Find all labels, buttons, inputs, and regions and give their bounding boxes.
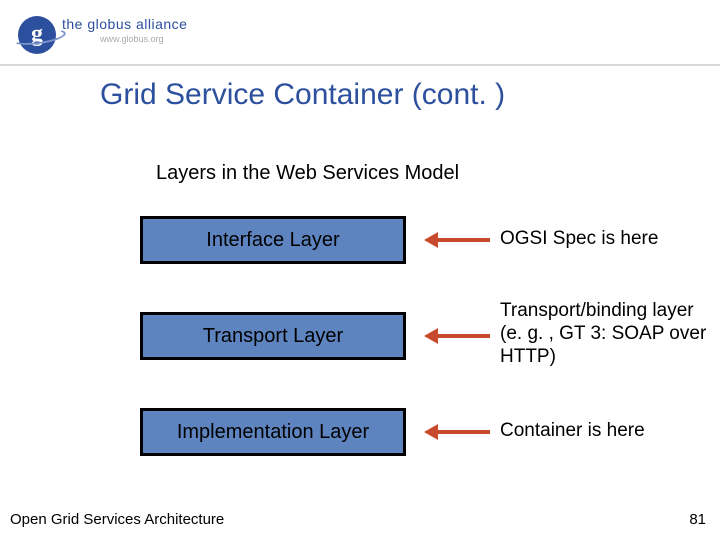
arrow-icon — [436, 430, 490, 434]
logo-brand-text: the globus alliance — [62, 16, 187, 32]
layer-label: Implementation Layer — [177, 421, 369, 444]
footer-text: Open Grid Services Architecture — [10, 511, 224, 528]
layer-label: Transport Layer — [203, 325, 343, 348]
logo-url-text: www.globus.org — [100, 34, 164, 44]
layer-box-implementation: Implementation Layer — [140, 408, 406, 456]
header-bar: g the globus alliance www.globus.org — [0, 0, 720, 66]
slide-title: Grid Service Container (cont. ) — [100, 78, 505, 112]
layer-label: Interface Layer — [206, 229, 339, 252]
arrow-icon — [436, 238, 490, 242]
layer-annotation-transport: Transport/binding layer (e. g. , GT 3: S… — [500, 300, 710, 368]
layer-annotation-implementation: Container is here — [500, 420, 710, 443]
arrow-icon — [436, 334, 490, 338]
globus-logo-glyph: g — [18, 16, 56, 54]
layer-annotation-interface: OGSI Spec is here — [500, 228, 710, 251]
layer-box-interface: Interface Layer — [140, 216, 406, 264]
slide-subtitle: Layers in the Web Services Model — [156, 162, 459, 185]
layer-box-transport: Transport Layer — [140, 312, 406, 360]
page-number: 81 — [689, 511, 706, 528]
globus-logo: g the globus alliance www.globus.org — [18, 8, 218, 56]
